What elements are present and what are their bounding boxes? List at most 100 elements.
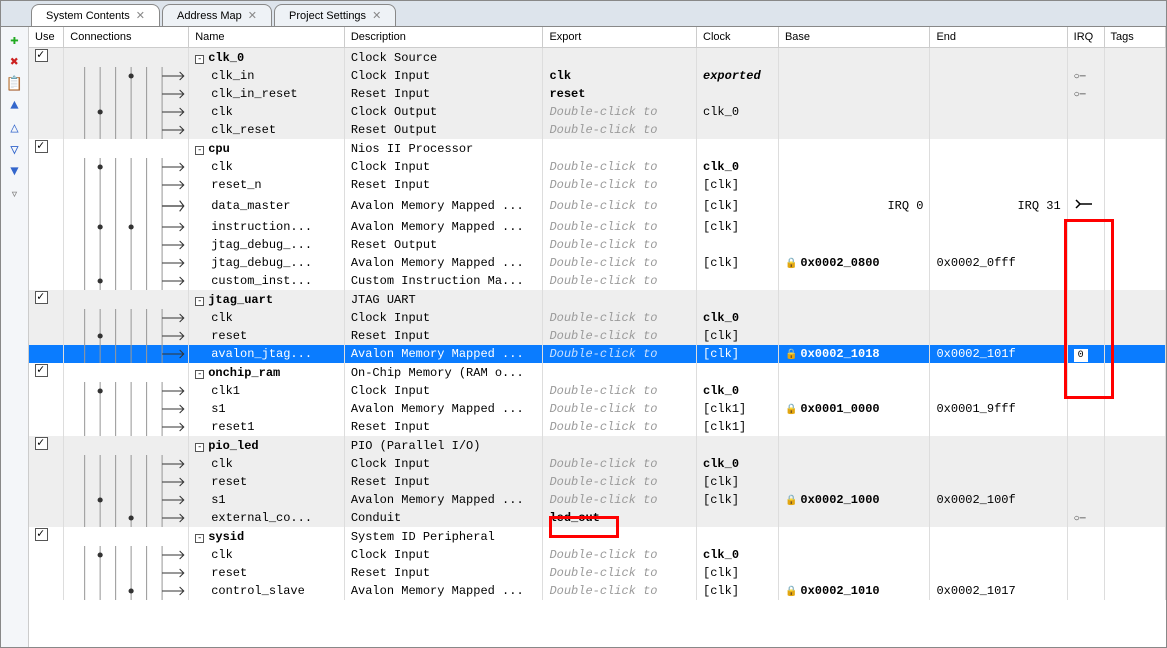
clock-cell[interactable]: [clk1] xyxy=(697,400,779,418)
connection-cell[interactable] xyxy=(64,290,189,309)
tags-cell[interactable] xyxy=(1104,48,1165,68)
clock-cell[interactable]: clk_0 xyxy=(697,103,779,121)
connection-cell[interactable] xyxy=(64,363,189,382)
irq-cell[interactable] xyxy=(1067,400,1104,418)
irq-cell[interactable] xyxy=(1067,254,1104,272)
clock-cell[interactable] xyxy=(697,85,779,103)
tags-cell[interactable] xyxy=(1104,491,1165,509)
tab-address-map[interactable]: Address Map ✕ xyxy=(162,4,272,26)
base-cell[interactable] xyxy=(778,176,930,194)
base-cell[interactable] xyxy=(778,121,930,139)
header-clock[interactable]: Clock xyxy=(697,27,779,48)
header-tags[interactable]: Tags xyxy=(1104,27,1165,48)
clock-cell[interactable] xyxy=(697,527,779,546)
table-row[interactable]: jtag_debug_...Reset OutputDouble-click t… xyxy=(29,236,1166,254)
base-cell[interactable] xyxy=(778,455,930,473)
connection-cell[interactable] xyxy=(64,564,189,582)
clock-cell[interactable]: [clk] xyxy=(697,327,779,345)
close-icon[interactable]: ✕ xyxy=(248,9,257,22)
connection-cell[interactable] xyxy=(64,400,189,418)
irq-cell[interactable] xyxy=(1067,236,1104,254)
tags-cell[interactable] xyxy=(1104,546,1165,564)
connection-cell[interactable] xyxy=(64,418,189,436)
base-cell[interactable] xyxy=(778,363,930,382)
table-row[interactable]: clkClock InputDouble-click toclk_0 xyxy=(29,455,1166,473)
header-description[interactable]: Description xyxy=(344,27,543,48)
table-row[interactable]: -jtag_uartJTAG UART xyxy=(29,290,1166,309)
connection-cell[interactable] xyxy=(64,527,189,546)
irq-cell[interactable] xyxy=(1067,418,1104,436)
export-cell[interactable] xyxy=(543,139,697,158)
use-checkbox[interactable] xyxy=(35,49,48,62)
use-checkbox[interactable] xyxy=(35,437,48,450)
clock-cell[interactable]: [clk] xyxy=(697,218,779,236)
clock-cell[interactable] xyxy=(697,121,779,139)
base-cell[interactable] xyxy=(778,48,930,68)
irq-cell[interactable] xyxy=(1067,455,1104,473)
export-cell[interactable]: Double-click to xyxy=(543,103,697,121)
irq-cell[interactable] xyxy=(1067,194,1104,218)
use-checkbox[interactable] xyxy=(35,291,48,304)
connection-cell[interactable] xyxy=(64,103,189,121)
add-button[interactable]: ✚ xyxy=(6,31,24,49)
tags-cell[interactable] xyxy=(1104,236,1165,254)
clock-cell[interactable]: [clk] xyxy=(697,194,779,218)
irq-cell[interactable] xyxy=(1067,121,1104,139)
base-cell[interactable] xyxy=(778,272,930,290)
table-row[interactable]: resetReset InputDouble-click to[clk] xyxy=(29,327,1166,345)
export-cell[interactable]: Double-click to xyxy=(543,121,697,139)
table-row[interactable]: avalon_jtag...Avalon Memory Mapped ...Do… xyxy=(29,345,1166,363)
connection-cell[interactable] xyxy=(64,473,189,491)
base-cell[interactable]: IRQ 0 xyxy=(778,194,930,218)
base-cell[interactable] xyxy=(778,67,930,85)
tags-cell[interactable] xyxy=(1104,158,1165,176)
connection-cell[interactable] xyxy=(64,218,189,236)
tags-cell[interactable] xyxy=(1104,527,1165,546)
base-cell[interactable] xyxy=(778,158,930,176)
clock-cell[interactable]: [clk] xyxy=(697,582,779,600)
table-row[interactable]: custom_inst...Custom Instruction Ma...Do… xyxy=(29,272,1166,290)
close-icon[interactable]: ✕ xyxy=(136,9,145,22)
expander-icon[interactable]: - xyxy=(195,297,204,306)
export-cell[interactable]: Double-click to xyxy=(543,254,697,272)
export-cell[interactable]: Double-click to xyxy=(543,158,697,176)
header-export[interactable]: Export xyxy=(543,27,697,48)
irq-value[interactable]: 0 xyxy=(1074,349,1088,362)
table-row[interactable]: clkClock OutputDouble-click toclk_0 xyxy=(29,103,1166,121)
irq-cell[interactable] xyxy=(1067,382,1104,400)
irq-cell[interactable] xyxy=(1067,272,1104,290)
base-cell[interactable] xyxy=(778,218,930,236)
connection-cell[interactable] xyxy=(64,436,189,455)
header-end[interactable]: End xyxy=(930,27,1067,48)
table-row[interactable]: reset1Reset InputDouble-click to[clk1] xyxy=(29,418,1166,436)
table-row[interactable]: data_masterAvalon Memory Mapped ...Doubl… xyxy=(29,194,1166,218)
irq-cell[interactable] xyxy=(1067,473,1104,491)
connection-cell[interactable] xyxy=(64,67,189,85)
table-row[interactable]: external_co...Conduitled_out○─ xyxy=(29,509,1166,527)
tags-cell[interactable] xyxy=(1104,272,1165,290)
export-cell[interactable] xyxy=(543,527,697,546)
connection-cell[interactable] xyxy=(64,546,189,564)
clock-cell[interactable]: clk_0 xyxy=(697,158,779,176)
table-row[interactable]: resetReset InputDouble-click to[clk] xyxy=(29,564,1166,582)
expander-icon[interactable]: - xyxy=(195,370,204,379)
clock-cell[interactable]: [clk] xyxy=(697,564,779,582)
clock-cell[interactable]: clk_0 xyxy=(697,382,779,400)
expander-icon[interactable]: - xyxy=(195,443,204,452)
table-row[interactable]: -cpuNios II Processor xyxy=(29,139,1166,158)
clock-cell[interactable]: [clk] xyxy=(697,473,779,491)
export-cell[interactable]: Double-click to xyxy=(543,455,697,473)
clock-cell[interactable] xyxy=(697,509,779,527)
export-cell[interactable] xyxy=(543,290,697,309)
base-cell[interactable]: 🔒0x0001_0000 xyxy=(778,400,930,418)
move-top-button[interactable]: ▲ xyxy=(6,97,24,115)
export-cell[interactable]: Double-click to xyxy=(543,546,697,564)
clock-cell[interactable]: [clk] xyxy=(697,254,779,272)
connection-cell[interactable] xyxy=(64,48,189,68)
connection-cell[interactable] xyxy=(64,455,189,473)
tags-cell[interactable] xyxy=(1104,582,1165,600)
irq-cell[interactable] xyxy=(1067,527,1104,546)
connection-cell[interactable] xyxy=(64,236,189,254)
export-cell[interactable]: Double-click to xyxy=(543,309,697,327)
irq-cell[interactable] xyxy=(1067,436,1104,455)
